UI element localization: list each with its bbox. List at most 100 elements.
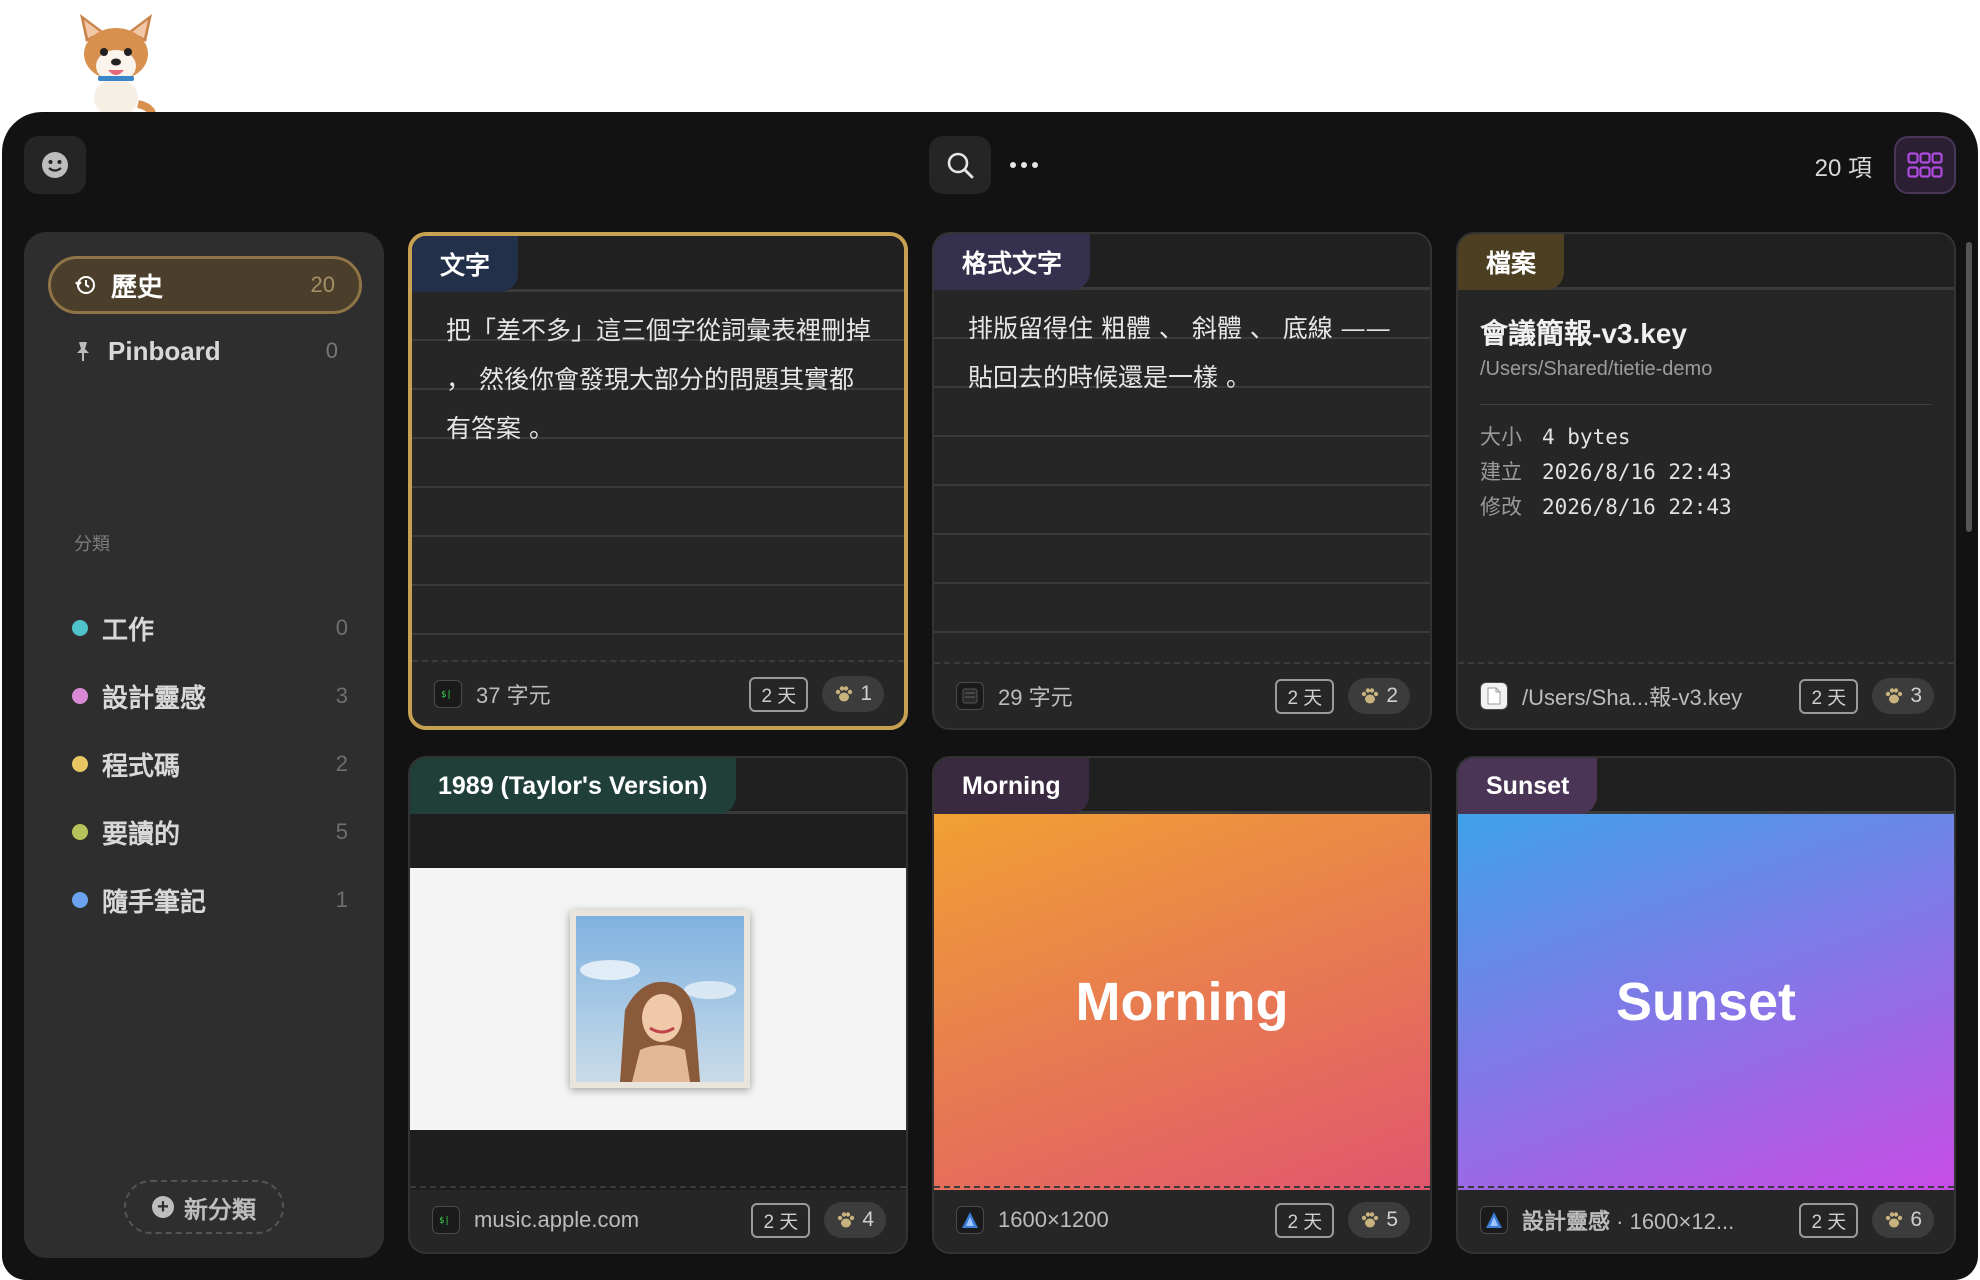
- sidebar-category-notes[interactable]: 隨手筆記 1: [60, 876, 360, 924]
- card-paste-count[interactable]: 2: [1348, 678, 1410, 714]
- file-path: /Users/Shared/tietie-demo: [1480, 358, 1713, 380]
- card-paste-count[interactable]: 1: [822, 676, 884, 712]
- card-text-content: 把「差不多」這三個字從詞彙表裡刪掉 ， 然後你會發現大部分的問題其實都有答案 。: [446, 316, 872, 443]
- card-paste-count[interactable]: 4: [824, 1202, 886, 1238]
- sidebar-item-label: Pinboard: [108, 335, 221, 366]
- new-category-button[interactable]: + 新分類: [124, 1180, 284, 1234]
- smiley-icon: [42, 152, 68, 178]
- category-count: 0: [335, 615, 348, 640]
- paw-icon: [1886, 688, 1903, 704]
- card-type-tag: 格式文字: [934, 234, 1091, 290]
- sidebar-item-count: 20: [310, 272, 335, 297]
- more-dots-icon: [1010, 162, 1038, 168]
- clip-card-link[interactable]: 1989 (Taylor's Version) $| music.apple.c…: [408, 756, 908, 1254]
- meta-key: 修改: [1480, 496, 1522, 519]
- file-metadata: 大小 4 bytes 建立 2026/8/16 22:43 修改 2026/8/16 …: [1480, 420, 1732, 525]
- card-age-badge: 2 天: [749, 676, 809, 712]
- image-preview: Sunset: [1458, 814, 1954, 1190]
- card-header: 1989 (Taylor's Version): [410, 758, 906, 814]
- app-window: 20 項 歷史 20 Pinboard 0 分類 工作 0 設計靈感 3 程式碼…: [2, 112, 1978, 1280]
- grid-view-button[interactable]: [1894, 136, 1956, 194]
- svg-text:$|: $|: [439, 1216, 450, 1226]
- image-dimensions: 1600×1200: [998, 1207, 1109, 1232]
- search-icon: [947, 152, 974, 179]
- sidebar-item-history[interactable]: 歷史 20: [48, 256, 362, 314]
- paw-icon: [1362, 688, 1379, 704]
- card-header: 文字: [412, 236, 904, 292]
- sidebar-category-code[interactable]: 程式碼 2: [60, 740, 360, 788]
- card-header: 格式文字: [934, 234, 1430, 290]
- sidebar-category-design[interactable]: 設計靈感 3: [60, 672, 360, 720]
- file-icon: [1480, 682, 1508, 710]
- card-footer: $| 37 字元 2 天 1: [412, 660, 904, 726]
- sidebar-item-label: 歷史: [111, 271, 164, 302]
- card-footer: 設計靈感 · 1600×12... 2 天 6: [1458, 1186, 1954, 1252]
- meta-key: 建立: [1480, 461, 1522, 484]
- image-info: 設計靈感 · 1600×12...: [1522, 1204, 1799, 1236]
- image-app-icon: [1480, 1206, 1508, 1234]
- item-count-label: 20 項: [1814, 155, 1872, 182]
- card-paste-count[interactable]: 3: [1872, 678, 1934, 714]
- svg-text:$|: $|: [441, 690, 452, 700]
- category-label: 設計靈感: [102, 682, 207, 713]
- file-created: 2026/8/16 22:43: [1542, 460, 1732, 484]
- card-age-badge: 2 天: [1799, 678, 1859, 714]
- search-button[interactable]: [929, 136, 991, 194]
- card-footer: $| music.apple.com 2 天 4: [410, 1186, 906, 1252]
- paste-count-value: 4: [862, 1208, 874, 1231]
- scrollbar[interactable]: [1966, 242, 1972, 532]
- sidebar-category-to-read[interactable]: 要讀的 5: [60, 808, 360, 856]
- file-name: 會議簡報-v3.key: [1480, 318, 1687, 349]
- clip-card-image-morning[interactable]: Morning Morning 1600×1200 2 天 5: [932, 756, 1432, 1254]
- file-size: 4 bytes: [1542, 425, 1631, 449]
- card-type-tag: Morning: [934, 758, 1089, 814]
- document-app-icon: [956, 682, 984, 710]
- sidebar-item-pinboard[interactable]: Pinboard 0: [48, 322, 362, 380]
- clip-card-image-sunset[interactable]: Sunset Sunset 設計靈感 · 1600×12... 2 天 6: [1456, 756, 1956, 1254]
- paste-count-value: 2: [1386, 684, 1398, 707]
- card-paste-count[interactable]: 6: [1872, 1202, 1934, 1238]
- category-label: 工作: [102, 614, 155, 645]
- card-footer: 1600×1200 2 天 5: [934, 1186, 1430, 1252]
- category-label: 要讀的: [102, 818, 181, 849]
- paste-count-value: 1: [860, 682, 872, 705]
- paw-icon: [1886, 1212, 1903, 1228]
- sidebar-category-work[interactable]: 工作 0: [60, 604, 360, 652]
- category-color-dot: [72, 620, 88, 636]
- paste-count-value: 3: [1910, 684, 1922, 707]
- paw-icon: [1362, 1212, 1379, 1228]
- categories-section-title: 分類: [74, 534, 110, 554]
- toolbar: 20 項: [2, 112, 1978, 222]
- image-preview: Morning: [934, 814, 1430, 1190]
- history-clock-icon: [75, 276, 95, 294]
- file-path-short: /Users/Sha...報-v3.key: [1522, 685, 1743, 710]
- card-age-badge: 2 天: [1799, 1202, 1859, 1238]
- pin-icon: [77, 342, 89, 361]
- category-color-dot: [72, 688, 88, 704]
- clip-card-rich-text[interactable]: 格式文字 排版留得住 粗體 、 斜體 、 底線 —— 貼回去的時候還是一樣 。 …: [932, 232, 1432, 730]
- clip-card-file[interactable]: 檔案 會議簡報-v3.key /Users/Shared/tietie-demo…: [1456, 232, 1956, 730]
- image-dimensions: · 1600×12...: [1616, 1209, 1735, 1234]
- card-char-count: 37 字元: [476, 683, 551, 708]
- category-color-dot: [72, 824, 88, 840]
- terminal-app-icon: $|: [432, 1206, 460, 1234]
- image-app-icon: [956, 1206, 984, 1234]
- category-color-dot: [72, 756, 88, 772]
- category-count: 2: [335, 751, 348, 776]
- card-age-badge: 2 天: [751, 1202, 811, 1238]
- corgi-mascot-icon: [80, 14, 157, 124]
- category-count: 5: [335, 819, 348, 844]
- category-label: 隨手筆記: [102, 886, 207, 917]
- card-age-badge: 2 天: [1275, 678, 1335, 714]
- card-type-tag: 檔案: [1458, 234, 1565, 290]
- card-type-tag: 1989 (Taylor's Version): [410, 758, 736, 814]
- profile-button[interactable]: [24, 136, 86, 194]
- category-count: 1: [335, 887, 348, 912]
- sidebar: 歷史 20 Pinboard 0 分類 工作 0 設計靈感 3 程式碼 2 要讀…: [24, 232, 384, 1258]
- plus-icon: +: [152, 1196, 174, 1218]
- terminal-app-icon: $|: [434, 680, 462, 708]
- more-options-button[interactable]: [998, 136, 1050, 194]
- sidebar-item-count: 0: [325, 338, 338, 363]
- clip-card-text[interactable]: 文字 把「差不多」這三個字從詞彙表裡刪掉 ， 然後你會發現大部分的問題其實都有答…: [408, 232, 908, 730]
- card-paste-count[interactable]: 5: [1348, 1202, 1410, 1238]
